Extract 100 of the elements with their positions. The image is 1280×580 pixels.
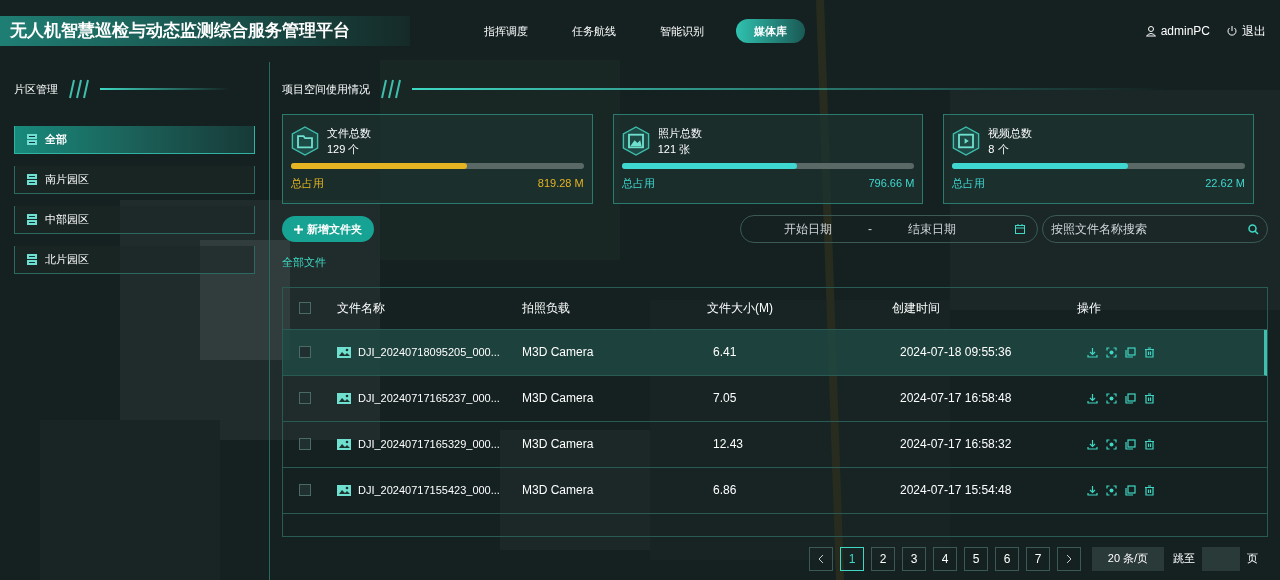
- nav-tab[interactable]: 指挥调度: [472, 19, 540, 43]
- trash-icon[interactable]: [1144, 484, 1155, 496]
- image-icon: [337, 484, 352, 496]
- total-value: 796.66 M: [868, 176, 915, 191]
- server-icon: [27, 134, 37, 145]
- search-icon: [1248, 224, 1259, 235]
- page-button[interactable]: 5: [964, 546, 988, 571]
- page-button[interactable]: 2: [871, 546, 895, 571]
- image-icon: [337, 392, 352, 404]
- server-icon: [27, 214, 37, 225]
- copy-icon[interactable]: [1125, 438, 1136, 450]
- start-date-field[interactable]: 开始日期: [753, 220, 863, 238]
- page-button[interactable]: 6: [995, 546, 1019, 571]
- table-cell-text: 2024-07-18 09:55:36: [899, 344, 1013, 361]
- column-header: 文件名称: [337, 300, 386, 317]
- table-cell-text: 2024-07-17 15:54:48: [899, 482, 1013, 499]
- username[interactable]: adminPC: [1160, 22, 1210, 40]
- table-cell-text: 12.43: [712, 436, 745, 453]
- end-date-field[interactable]: 结束日期: [877, 220, 987, 238]
- column-header: 创建时间: [892, 300, 941, 317]
- logout-link[interactable]: 退出: [1242, 22, 1266, 40]
- stat-label: 照片总数: [657, 126, 702, 141]
- table-row[interactable]: DJI_20240717155423_000... M3D Camera 6.86 2024-07-17 15:54:48: [283, 467, 1267, 514]
- table-cell-text: 6.41: [712, 344, 738, 361]
- page-size-select[interactable]: 20 条/页: [1092, 546, 1164, 571]
- table-cell-text: M3D Camera: [522, 436, 595, 453]
- nav-tab[interactable]: 媒体库: [736, 19, 805, 43]
- page-unit-label: 页: [1247, 551, 1258, 567]
- table-row[interactable]: DJI_20240717165237_000... M3D Camera 7.05 2024-07-17 16:58:48: [283, 375, 1267, 422]
- trash-icon[interactable]: [1144, 392, 1155, 404]
- select-all-checkbox[interactable]: [299, 302, 311, 314]
- chevron-left-icon: [818, 553, 824, 564]
- total-label: 总占用: [621, 176, 655, 191]
- slash-decor-icon: [378, 79, 404, 99]
- range-separator: -: [867, 221, 873, 238]
- stat-label: 视频总数: [988, 126, 1033, 141]
- scan-icon[interactable]: [1106, 346, 1117, 358]
- table-cell-text: DJI_20240717165329_000...: [358, 436, 500, 452]
- sidebar-item[interactable]: 北片园区: [14, 246, 255, 274]
- table-cell-text: 2024-07-17 16:58:48: [899, 390, 1013, 407]
- scan-icon[interactable]: [1106, 392, 1117, 404]
- stat-count: 129 个: [327, 142, 361, 157]
- video-icon: [952, 126, 981, 156]
- scan-icon[interactable]: [1106, 484, 1117, 496]
- section-title: 片区管理: [14, 81, 58, 97]
- table-cell-text: M3D Camera: [522, 390, 595, 407]
- trash-icon[interactable]: [1144, 438, 1155, 450]
- copy-icon[interactable]: [1125, 392, 1136, 404]
- user-icon: [1144, 25, 1157, 37]
- sidebar-item[interactable]: 全部: [14, 126, 255, 154]
- breadcrumb-link[interactable]: 全部文件: [282, 254, 326, 271]
- sidebar-item[interactable]: 中部园区: [14, 206, 255, 234]
- page-button[interactable]: 3: [902, 546, 926, 571]
- table-cell-text: 2024-07-17 16:58:32: [899, 436, 1013, 453]
- calendar-icon: [1015, 224, 1025, 234]
- jump-label: 跳至: [1173, 551, 1195, 567]
- row-checkbox[interactable]: [299, 392, 311, 404]
- stat-count: 121 张: [657, 142, 692, 157]
- app-title: 无人机智慧巡检与动态监测综合服务管理平台: [0, 16, 410, 46]
- section-title: 项目空间使用情况: [282, 81, 370, 97]
- column-header: 操作: [1077, 300, 1102, 317]
- row-checkbox[interactable]: [299, 484, 311, 496]
- table-row[interactable]: DJI_20240718095205_000... M3D Camera 6.41 2024-07-18 09:55:36: [283, 329, 1267, 376]
- scan-icon[interactable]: [1106, 438, 1117, 450]
- stat-count: 8 个: [988, 142, 1010, 157]
- download-icon[interactable]: [1087, 438, 1098, 450]
- sidebar-item[interactable]: 南片园区: [14, 166, 255, 194]
- copy-icon[interactable]: [1125, 484, 1136, 496]
- download-icon[interactable]: [1087, 346, 1098, 358]
- page-button[interactable]: 1: [840, 546, 864, 571]
- nav-tab[interactable]: 任务航线: [560, 19, 628, 43]
- total-label: 总占用: [291, 176, 324, 191]
- table-cell-text: 7.05: [712, 390, 738, 407]
- download-icon[interactable]: [1087, 484, 1098, 496]
- folder-icon: [291, 126, 319, 156]
- table-row[interactable]: DJI_20240717165329_000... M3D Camera 12.43 2024-07-17 16:58:32: [283, 421, 1267, 468]
- table-cell-text: DJI_20240718095205_000...: [358, 344, 500, 360]
- column-header: 拍照负载: [522, 300, 571, 317]
- row-checkbox[interactable]: [299, 438, 311, 450]
- total-value: 22.62 M: [1205, 176, 1245, 191]
- search-field[interactable]: 按照文件名称搜索: [1042, 215, 1268, 243]
- page-number-field[interactable]: [1202, 546, 1240, 571]
- table-cell-text: 6.86: [712, 482, 738, 499]
- page-button[interactable]: 4: [933, 546, 957, 571]
- page-button[interactable]: 7: [1026, 546, 1050, 571]
- total-value: 819.28 M: [537, 176, 584, 191]
- table-cell-text: M3D Camera: [522, 344, 595, 361]
- trash-icon[interactable]: [1144, 346, 1155, 358]
- copy-icon[interactable]: [1125, 346, 1136, 358]
- table-cell-text: DJI_20240717155423_000...: [358, 482, 500, 498]
- column-header: 文件大小(M): [707, 300, 774, 317]
- row-checkbox[interactable]: [299, 346, 311, 358]
- slash-decor-icon: [66, 79, 92, 99]
- download-icon[interactable]: [1087, 392, 1098, 404]
- image-icon: [621, 126, 650, 156]
- table-cell-text: M3D Camera: [522, 482, 595, 499]
- nav-tab[interactable]: 智能识别: [648, 19, 716, 43]
- stat-label: 文件总数: [327, 126, 371, 141]
- chevron-right-icon: [1066, 553, 1072, 564]
- table-cell-text: DJI_20240717165237_000...: [358, 390, 500, 406]
